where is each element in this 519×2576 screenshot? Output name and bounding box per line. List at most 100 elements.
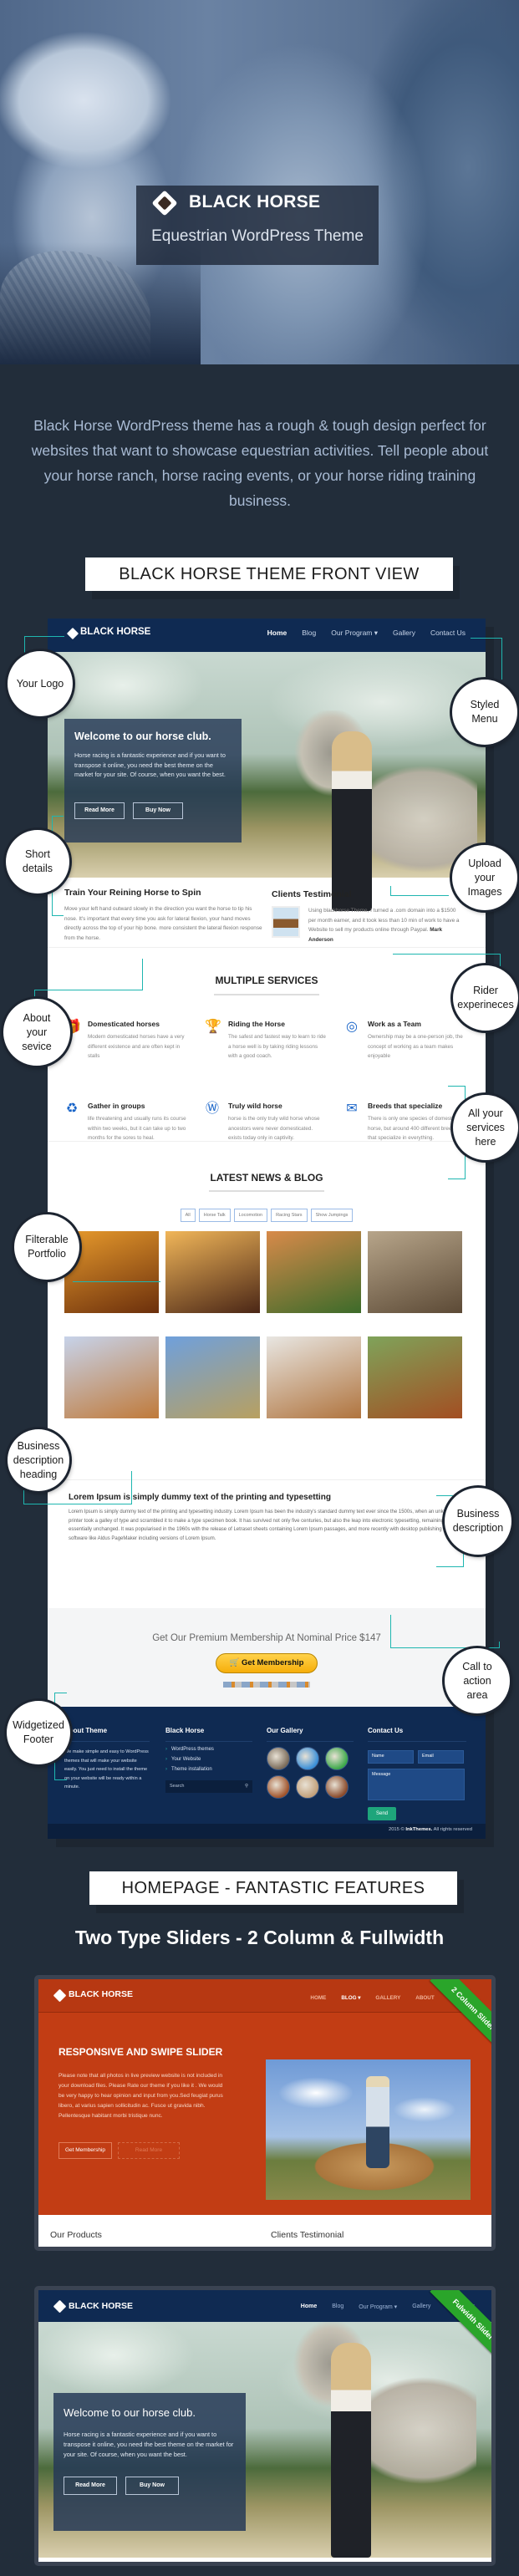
- title-underline: [214, 994, 319, 995]
- hero-slider: Welcome to our horse club. Horse racing …: [48, 652, 486, 911]
- callout-upload-images: Upload your Images: [452, 845, 517, 910]
- gallery-thumb[interactable]: [325, 1775, 349, 1799]
- site-logo[interactable]: BLACK HORSE: [80, 627, 150, 637]
- slider-title: RESPONSIVE AND SWIPE SLIDER: [59, 2046, 223, 2058]
- footer-link[interactable]: › Theme installation: [165, 1767, 252, 1772]
- buy-now-button[interactable]: Buy Now: [133, 802, 183, 819]
- name-field[interactable]: Name: [368, 1750, 414, 1764]
- send-button[interactable]: Send: [368, 1807, 396, 1820]
- slider-text: Please note that all photos in live prev…: [59, 2073, 223, 2119]
- horse-image: [289, 2322, 476, 2489]
- buy-now-button[interactable]: Buy Now: [125, 2477, 179, 2495]
- copyright-brand[interactable]: InkThemes.: [405, 1827, 432, 1832]
- footer-about: About Theme We make simple and easy to W…: [64, 1727, 150, 1792]
- content-preview: Our Products Clients Testimonial: [38, 2215, 491, 2247]
- footer-rule: [165, 1741, 252, 1742]
- email-field[interactable]: Email: [418, 1750, 464, 1764]
- lifebuoy-icon: ◎: [346, 1020, 358, 1034]
- footer-gallery: Our Gallery: [267, 1727, 354, 1799]
- slider-text: Horse racing is a fantastic experience a…: [74, 751, 226, 778]
- service-text: Modern domesticated horses have a very d…: [88, 1034, 185, 1059]
- nav-item[interactable]: Blog: [332, 2304, 343, 2310]
- logo-icon: [53, 2299, 67, 2314]
- message-field[interactable]: Message: [368, 1769, 465, 1800]
- read-more-button[interactable]: Read More: [64, 2477, 117, 2495]
- gallery-thumb[interactable]: [296, 1747, 319, 1770]
- site-nav: BLACK HORSE Home Blog Our Program ▾ Gallery…: [48, 619, 486, 652]
- nav-item[interactable]: ABOUT: [415, 1995, 434, 2001]
- nav-item[interactable]: Our Program ▾: [331, 629, 378, 638]
- portfolio-filter[interactable]: All: [180, 1209, 196, 1222]
- service-text: horse is the only truly wild horse whose…: [228, 1116, 320, 1141]
- site-nav: BLACK HORSE HOMEBLOG ▾GALLERYABOUTCONTAC…: [38, 1979, 491, 2013]
- footer: About Theme We make simple and easy to W…: [48, 1707, 486, 1824]
- envelope-icon: ✉: [346, 1102, 358, 1116]
- service-title: Truly wild horse: [228, 1102, 282, 1110]
- nav-item[interactable]: Contact Us: [430, 629, 466, 638]
- portfolio-filter[interactable]: Show Jumpings: [310, 1209, 354, 1222]
- gallery-thumb[interactable]: [325, 1747, 349, 1770]
- read-more-button[interactable]: Read More: [118, 2142, 180, 2159]
- portfolio-filter[interactable]: Locomotion: [233, 1209, 268, 1222]
- portfolio-thumb-running-horses[interactable]: [368, 1231, 462, 1313]
- read-more-button[interactable]: Read More: [74, 802, 125, 819]
- service-item: 🎁 Domesticated horses Modern domesticated …: [64, 1020, 190, 1095]
- nav-item[interactable]: HOME: [310, 1995, 326, 2001]
- portfolio-thumb-horse-and-puppy[interactable]: [267, 1336, 361, 1418]
- portfolio-thumb-cowboy-rider[interactable]: [165, 1336, 260, 1418]
- slider-title: Welcome to our horse club.: [74, 731, 211, 742]
- nav-item[interactable]: Home: [267, 629, 287, 638]
- callout-filterable-portfolio: Filterable Portfolio: [14, 1214, 79, 1280]
- footer-search-input[interactable]: Search ⚲: [165, 1780, 252, 1793]
- footer-link[interactable]: › Your Website: [165, 1757, 252, 1762]
- portfolio-thumb-dressage-rider[interactable]: [368, 1336, 462, 1418]
- callout-line-reverse: [34, 959, 143, 990]
- gallery-thumb[interactable]: [267, 1775, 290, 1799]
- nav-item[interactable]: Home: [301, 2304, 317, 2310]
- woman-image: [331, 2343, 371, 2558]
- nav-item[interactable]: BLOG ▾: [341, 1995, 360, 2001]
- portfolio-filter[interactable]: Horse Talk: [198, 1209, 231, 1222]
- footer-gallery-title: Our Gallery: [267, 1727, 303, 1734]
- nav-item[interactable]: GALLERY: [375, 1995, 400, 2001]
- footer-links: Black Horse › WordPress themes › Your Webs…: [165, 1727, 252, 1793]
- get-membership-button[interactable]: Get Membership: [59, 2142, 112, 2159]
- get-membership-button[interactable]: 🛒 Get Membership: [216, 1653, 318, 1673]
- callout-line: [499, 1642, 500, 1648]
- gallery-thumb[interactable]: [267, 1747, 290, 1770]
- portfolio-thumb-cowgirl-horse-closeup[interactable]: [267, 1231, 361, 1313]
- portfolio-thumb-woman-with-horse-beach[interactable]: [165, 1231, 260, 1313]
- callout-business-heading: Business description heading: [8, 1429, 69, 1491]
- portfolio-filter[interactable]: Racing Stars: [271, 1209, 308, 1222]
- search-placeholder: Search: [170, 1784, 185, 1789]
- nav-item[interactable]: Gallery: [412, 2304, 430, 2310]
- footer-rule: [267, 1741, 354, 1742]
- chevron-right-icon: ›: [165, 1767, 167, 1772]
- service-title: Domesticated horses: [88, 1020, 160, 1028]
- recycle-icon: ♻: [65, 1102, 79, 1116]
- footer-rule: [64, 1741, 150, 1742]
- footer-link[interactable]: › WordPress themes: [165, 1747, 252, 1752]
- footer-rule: [368, 1741, 466, 1742]
- divider: [48, 947, 486, 948]
- service-title: Breeds that specialize: [368, 1102, 443, 1110]
- slider-title: Welcome to our horse club.: [64, 2406, 196, 2419]
- portfolio-thumb-show-jumping[interactable]: [64, 1336, 159, 1418]
- search-icon[interactable]: ⚲: [245, 1784, 248, 1789]
- gallery-thumb[interactable]: [296, 1775, 319, 1799]
- callout-cta-area: Call to action area: [445, 1648, 510, 1713]
- service-text: Ownership may be a one-person job, the c…: [368, 1034, 463, 1059]
- nav-item[interactable]: Blog: [302, 629, 316, 638]
- nav-item[interactable]: Gallery: [393, 629, 415, 638]
- nav-item[interactable]: Our Program ▾: [359, 2304, 397, 2310]
- testimonial-text: Using blackhorse Theme, I turned a .com …: [308, 906, 464, 944]
- mockup-screen: BLACK HORSE Home Blog Our Program ▾ Gallery…: [38, 2290, 491, 2562]
- gallery-thumbs: [267, 1747, 350, 1799]
- theme-front-view-mockup: BLACK HORSE Home Blog Our Program ▾ Gallery…: [48, 619, 486, 1839]
- footer-link-label: WordPress themes: [171, 1747, 214, 1752]
- front-view-label: BLACK HORSE THEME FRONT VIEW: [85, 557, 453, 591]
- copyright-text: All rights reserved: [433, 1827, 472, 1832]
- site-logo[interactable]: BLACK HORSE: [69, 2301, 133, 2311]
- site-logo[interactable]: BLACK HORSE: [69, 1989, 133, 1999]
- service-text: The safest and fastest way to learn to r…: [228, 1034, 326, 1059]
